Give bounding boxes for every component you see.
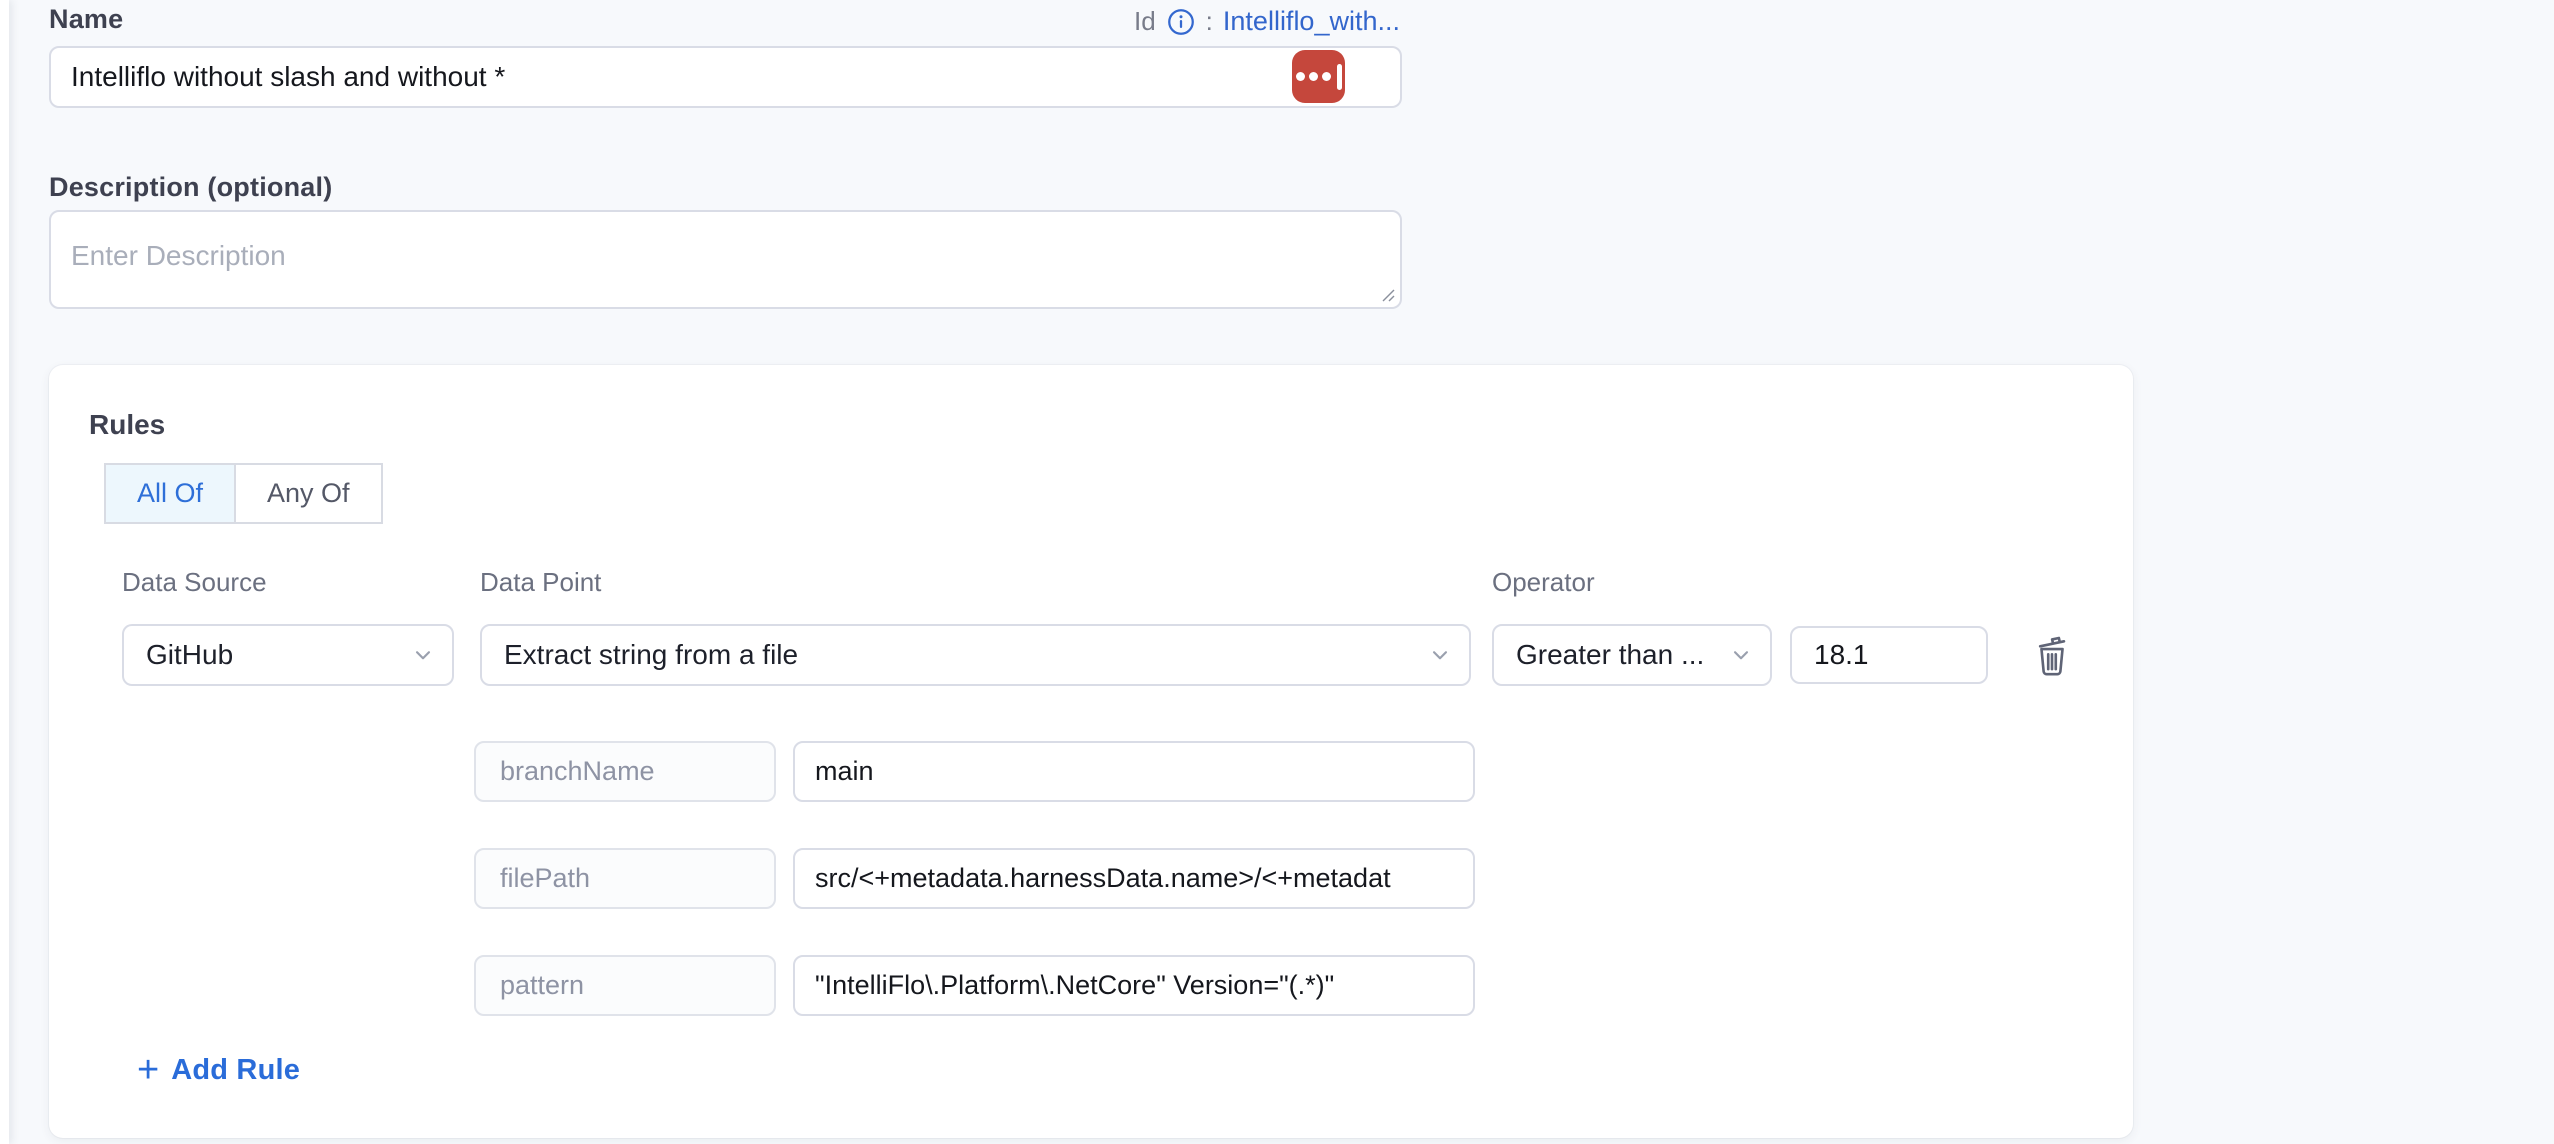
- param-row-file-path: filePath: [49, 848, 2133, 909]
- rules-card: Rules All Of Any Of Data Source Data Poi…: [49, 365, 2133, 1138]
- id-label: Id: [1134, 6, 1156, 37]
- delete-rule-button[interactable]: [2029, 629, 2075, 681]
- plus-icon: +: [137, 1052, 159, 1088]
- toggle-any-of[interactable]: Any Of: [235, 463, 383, 524]
- data-point-value: Extract string from a file: [504, 639, 798, 671]
- data-point-select[interactable]: Extract string from a file: [480, 624, 1471, 686]
- comparison-value-input[interactable]: [1790, 626, 1988, 684]
- add-rule-button[interactable]: + Add Rule: [137, 1052, 300, 1088]
- param-value-pattern[interactable]: [793, 955, 1475, 1016]
- param-key-pattern: pattern: [474, 955, 776, 1016]
- password-manager-extension-icon[interactable]: [1292, 50, 1345, 103]
- param-value-branch-name[interactable]: [793, 741, 1475, 802]
- description-label: Description (optional): [49, 172, 332, 203]
- left-panel-edge: [0, 0, 9, 1144]
- param-key-branch-name: branchName: [474, 741, 776, 802]
- comparison-value-wrap: [1790, 626, 1988, 684]
- operator-select[interactable]: Greater than ...: [1492, 624, 1772, 686]
- param-value-file-path[interactable]: [793, 848, 1475, 909]
- id-separator: :: [1206, 6, 1213, 37]
- chevron-down-icon: [1728, 642, 1754, 668]
- trash-icon: [2032, 631, 2072, 680]
- id-value-link[interactable]: Intelliflo_with...: [1223, 6, 1400, 37]
- name-field-wrap: [49, 46, 1402, 108]
- add-rule-label: Add Rule: [171, 1054, 300, 1087]
- rules-title: Rules: [89, 409, 165, 441]
- data-point-label: Data Point: [480, 567, 601, 598]
- description-field-wrap: [49, 210, 1402, 309]
- name-input[interactable]: [49, 46, 1402, 108]
- description-textarea[interactable]: [49, 210, 1402, 309]
- param-row-pattern: pattern: [49, 955, 2133, 1016]
- name-label: Name: [49, 4, 123, 35]
- data-source-label: Data Source: [122, 567, 267, 598]
- toggle-all-of[interactable]: All Of: [104, 463, 235, 524]
- operator-value: Greater than ...: [1516, 639, 1704, 671]
- chevron-down-icon: [410, 642, 436, 668]
- data-source-value: GitHub: [146, 639, 233, 671]
- info-circle-icon[interactable]: [1166, 7, 1196, 37]
- data-source-select[interactable]: GitHub: [122, 624, 454, 686]
- page: Name Id : Intelliflo_with... Description…: [0, 0, 2554, 1144]
- param-key-file-path: filePath: [474, 848, 776, 909]
- id-row: Id : Intelliflo_with...: [1134, 6, 1400, 37]
- operator-label: Operator: [1492, 567, 1595, 598]
- param-row-branch-name: branchName: [49, 741, 2133, 802]
- resize-grip-icon[interactable]: [1380, 287, 1396, 303]
- chevron-down-icon: [1427, 642, 1453, 668]
- rules-match-toggle: All Of Any Of: [104, 463, 383, 524]
